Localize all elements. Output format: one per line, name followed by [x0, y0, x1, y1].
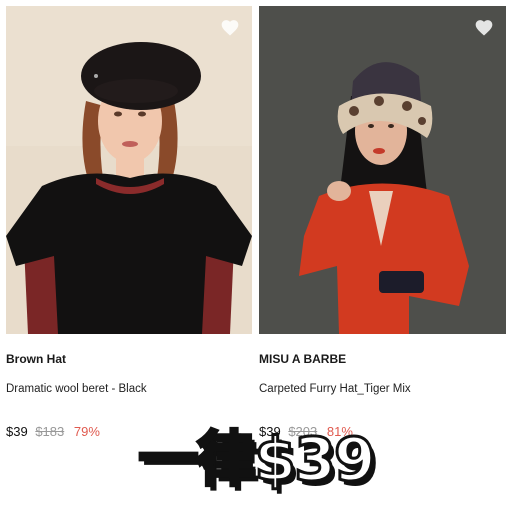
product-name[interactable]: Dramatic wool beret - Black: [6, 381, 252, 397]
product-photo-furry-hat: [259, 6, 506, 334]
product-card-1[interactable]: Brown Hat Dramatic wool beret - Black $3…: [6, 6, 252, 441]
product-name[interactable]: Carpeted Furry Hat_Tiger Mix: [259, 381, 506, 397]
product-brand[interactable]: MISU A BARBE: [259, 351, 506, 367]
product-image-2[interactable]: [259, 6, 506, 334]
product-image-1[interactable]: [6, 6, 252, 334]
heart-icon[interactable]: [220, 18, 240, 38]
product-brand[interactable]: Brown Hat: [6, 351, 252, 367]
promo-banner-text: 一律$39: [137, 424, 377, 497]
product-card-2[interactable]: MISU A BARBE Carpeted Furry Hat_Tiger Mi…: [259, 6, 506, 441]
product-photo-beret: [6, 6, 252, 334]
heart-icon[interactable]: [474, 18, 494, 38]
